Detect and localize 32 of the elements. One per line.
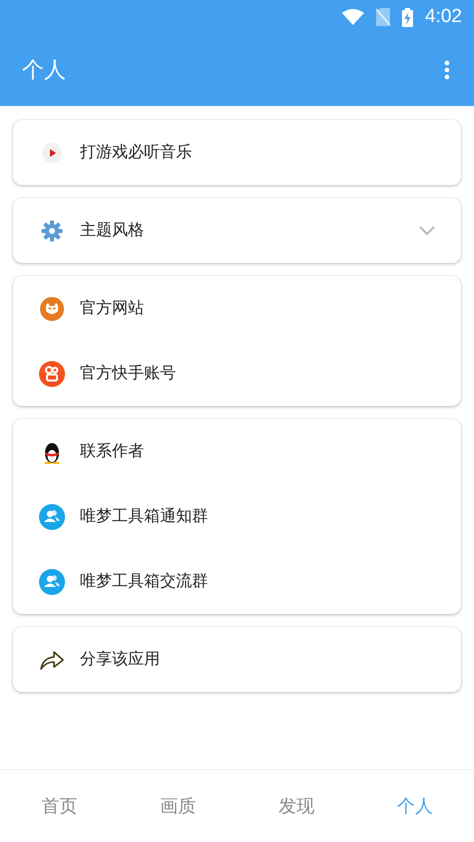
no-sim-icon <box>376 8 390 26</box>
cat-face-icon <box>39 296 65 320</box>
menu-item-label: 唯梦工具箱通知群 <box>80 506 209 527</box>
nav-tab[interactable]: 首页 <box>0 770 118 842</box>
share-icon <box>39 648 65 670</box>
group-icon <box>39 504 65 530</box>
menu-item[interactable]: 唯梦工具箱通知群 <box>13 484 461 549</box>
menu-item[interactable]: 分享该应用 <box>13 627 461 692</box>
menu-item-label: 分享该应用 <box>80 649 161 670</box>
menu-item[interactable]: 主题风格 <box>13 198 461 263</box>
more-vertical-icon <box>444 60 450 80</box>
menu-item-label: 唯梦工具箱交流群 <box>80 571 209 592</box>
menu-item[interactable]: 官方快手账号 <box>13 341 461 406</box>
menu-item[interactable]: 唯梦工具箱交流群 <box>13 549 461 614</box>
menu-item-label: 主题风格 <box>80 220 145 241</box>
menu-item-label: 联系作者 <box>80 441 145 462</box>
nav-tab[interactable]: 发现 <box>237 770 356 842</box>
menu-item-label: 官方快手账号 <box>80 363 177 384</box>
group-icon <box>39 568 65 594</box>
wifi-icon <box>342 9 364 25</box>
status-time: 4:02 <box>425 6 462 28</box>
menu-item[interactable]: 官方网站 <box>13 276 461 341</box>
menu-item-label: 打游戏必听音乐 <box>80 142 193 163</box>
page-title: 个人 <box>22 57 66 85</box>
play-icon <box>39 142 65 164</box>
nav-tab[interactable]: 画质 <box>118 770 237 842</box>
battery-charging-icon <box>402 8 414 26</box>
menu-item[interactable]: 打游戏必听音乐 <box>13 120 461 185</box>
camera-logo-icon <box>39 360 65 386</box>
menu-item-label: 官方网站 <box>80 298 145 319</box>
settings-icon <box>39 220 65 242</box>
menu-item[interactable]: 联系作者 <box>13 419 461 484</box>
